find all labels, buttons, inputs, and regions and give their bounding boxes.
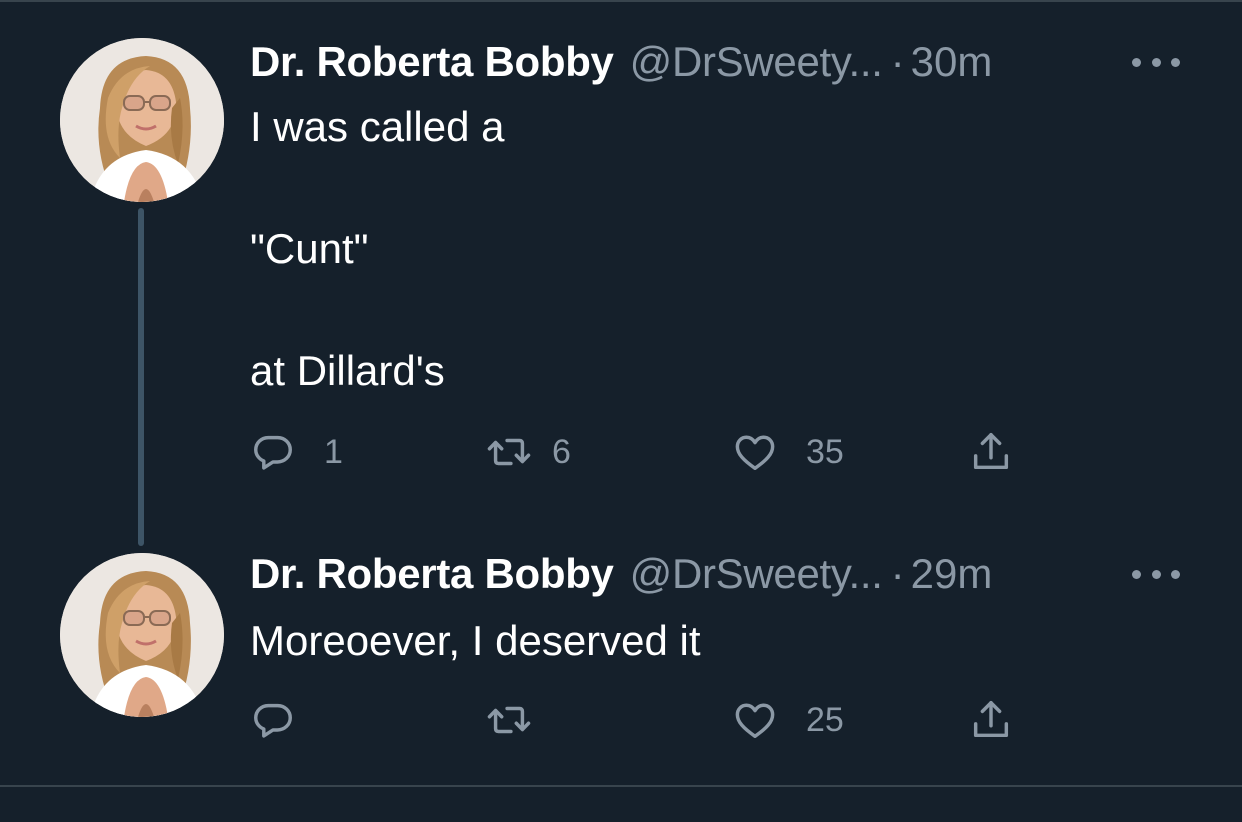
user-handle[interactable]: @DrSweety... [630, 549, 883, 599]
display-name[interactable]: Dr. Roberta Bobby [250, 37, 614, 87]
more-dot [1151, 569, 1161, 579]
timestamp[interactable]: 29m [911, 549, 993, 599]
more-dot [1132, 57, 1141, 67]
avatar-image [60, 553, 224, 717]
retweet-icon [487, 438, 531, 466]
tweet-text: I was called a "Cunt" at Dillard's [250, 103, 505, 394]
more-options-icon[interactable] [1132, 564, 1180, 584]
tweet-text: Moreoever, I deserved it [250, 617, 701, 664]
more-dot [1171, 569, 1180, 579]
share-icon [973, 701, 1009, 738]
retweet-count: 6 [552, 432, 571, 471]
thread-connector-line [138, 208, 144, 546]
share-icon [973, 433, 1009, 470]
display-name[interactable]: Dr. Roberta Bobby [250, 549, 614, 599]
reply-button[interactable] [250, 694, 324, 746]
separator-dot: · [890, 550, 905, 597]
avatar[interactable] [60, 38, 224, 202]
more-dot [1151, 57, 1161, 67]
separator-dot: · [890, 38, 905, 85]
like-button[interactable]: 35 [732, 426, 844, 478]
heart-icon [735, 703, 775, 739]
more-dot [1132, 569, 1141, 579]
avatar[interactable] [60, 553, 224, 717]
tweet-actions: 25 [250, 694, 1050, 746]
heart-icon [735, 435, 775, 471]
more-dot [1171, 57, 1180, 67]
avatar-image [60, 38, 224, 202]
retweet-icon [487, 706, 531, 734]
timestamp[interactable]: 30m [911, 37, 993, 87]
tweet-header: Dr. Roberta Bobby @DrSweety... · 30m [250, 37, 992, 87]
tweet-actions: 1 6 35 [250, 426, 1050, 478]
like-count: 25 [806, 700, 844, 739]
reply-button[interactable]: 1 [250, 426, 343, 478]
tweet-header: Dr. Roberta Bobby @DrSweety... · 29m [250, 549, 992, 599]
share-button[interactable] [968, 694, 1014, 746]
top-divider [0, 0, 1242, 2]
reply-count: 1 [324, 432, 343, 471]
reply-icon [254, 703, 292, 738]
retweet-button[interactable]: 6 [486, 426, 571, 478]
user-handle[interactable]: @DrSweety... [630, 37, 883, 87]
like-count: 35 [806, 432, 844, 471]
like-button[interactable]: 25 [732, 694, 844, 746]
bottom-divider [0, 785, 1242, 787]
more-options-icon[interactable] [1132, 52, 1180, 72]
reply-icon [254, 435, 292, 470]
share-button[interactable] [968, 426, 1014, 478]
retweet-button[interactable] [486, 694, 560, 746]
